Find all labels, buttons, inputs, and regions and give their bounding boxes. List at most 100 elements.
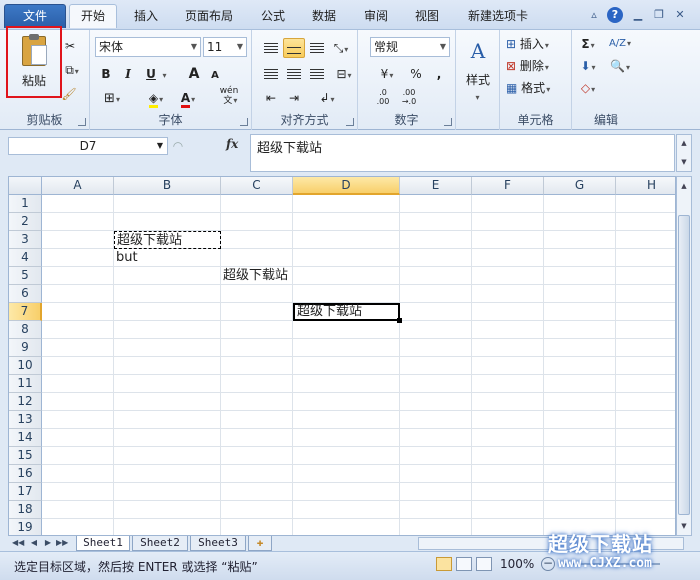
help-icon[interactable]: ?	[607, 7, 623, 23]
italic-button[interactable]: I	[120, 64, 136, 84]
format-painter-icon[interactable]: 🖌	[60, 84, 78, 104]
percent-button[interactable]: %	[408, 64, 424, 84]
row-header-14[interactable]: 14	[9, 429, 42, 447]
formula-bar-scroll[interactable]: ▲ ▼	[676, 134, 692, 172]
sort-filter-button[interactable]: A/Z▾	[606, 34, 634, 54]
insert-function-button[interactable]: fx	[226, 137, 238, 151]
format-cells-button[interactable]: ▦ 格式▾	[506, 78, 568, 98]
decrease-decimal-button[interactable]: .00 →.0	[396, 88, 422, 108]
row-header-1[interactable]: 1	[9, 195, 42, 213]
clear-button[interactable]: ◇▾	[576, 78, 600, 98]
alignment-launcher-icon[interactable]	[346, 118, 354, 126]
row-header-7[interactable]: 7	[9, 303, 42, 321]
font-color-button[interactable]: A▾	[174, 88, 202, 108]
wrap-text-button[interactable]: ↲▾	[314, 88, 340, 108]
zoom-out-button[interactable]: −	[541, 557, 555, 571]
row-header-13[interactable]: 13	[9, 411, 42, 429]
cell-b4[interactable]: but	[114, 249, 221, 267]
row-header-3[interactable]: 3	[9, 231, 42, 249]
tab-new[interactable]: 新建选项卡	[458, 6, 538, 30]
row-header-2[interactable]: 2	[9, 213, 42, 231]
tab-insert[interactable]: 插入	[124, 6, 168, 30]
number-format-select[interactable]: 常规 ▼	[370, 37, 450, 57]
cell-b3[interactable]: 超级下载站	[114, 231, 221, 249]
row-header-6[interactable]: 6	[9, 285, 42, 303]
column-header-f[interactable]: F	[472, 177, 544, 195]
align-right-button[interactable]	[308, 64, 326, 84]
styles-icon[interactable]: A	[464, 36, 492, 66]
row-header-8[interactable]: 8	[9, 321, 42, 339]
fill-color-button[interactable]: ◈▾	[142, 88, 170, 108]
bold-button[interactable]: B	[98, 64, 114, 84]
row-header-5[interactable]: 5	[9, 267, 42, 285]
name-box-splitter-icon[interactable]: ◠	[172, 136, 184, 156]
align-top-button[interactable]	[262, 38, 280, 58]
prev-sheet-icon[interactable]: ◀	[28, 537, 40, 549]
row-header-9[interactable]: 9	[9, 339, 42, 357]
column-header-h[interactable]: H	[616, 177, 675, 195]
tab-formulas[interactable]: 公式	[252, 6, 294, 30]
font-size-select[interactable]: 11 ▼	[203, 37, 247, 57]
align-middle-button[interactable]	[283, 38, 305, 58]
close-icon[interactable]: ✕	[672, 7, 688, 23]
paste-button[interactable]: 粘贴	[6, 26, 62, 98]
page-layout-view-button[interactable]	[456, 557, 472, 571]
row-header-17[interactable]: 17	[9, 483, 42, 501]
border-button[interactable]: ⊞▾	[98, 88, 126, 108]
row-header-19[interactable]: 19	[9, 519, 42, 535]
cell-c5[interactable]: 超级下载站	[221, 267, 293, 285]
styles-dropdown-icon[interactable]: ▾	[470, 86, 484, 106]
underline-button[interactable]: U	[143, 64, 159, 84]
shrink-font-button[interactable]: A	[208, 66, 222, 86]
zoom-level[interactable]: 100%	[500, 557, 534, 571]
sheet-tab-3[interactable]: Sheet3	[190, 536, 246, 551]
cell-d7[interactable]: 超级下载站	[293, 303, 400, 321]
row-header-18[interactable]: 18	[9, 501, 42, 519]
tab-view[interactable]: 视图	[406, 6, 448, 30]
normal-view-button[interactable]	[436, 557, 452, 571]
phonetic-button[interactable]: wén 文▾	[214, 86, 244, 106]
row-header-15[interactable]: 15	[9, 447, 42, 465]
sheet-tab-2[interactable]: Sheet2	[132, 536, 188, 551]
comma-button[interactable]: ,	[432, 64, 446, 84]
decrease-indent-button[interactable]: ⇤	[262, 88, 280, 108]
merge-center-button[interactable]: ⊟▾	[332, 64, 356, 84]
fill-button[interactable]: ⬇▾	[576, 56, 600, 76]
tab-data[interactable]: 数据	[303, 6, 345, 30]
vscroll-up-icon[interactable]: ▲	[678, 179, 690, 193]
select-all-corner[interactable]	[9, 177, 42, 195]
column-header-a[interactable]: A	[42, 177, 114, 195]
row-header-4[interactable]: 4	[9, 249, 42, 267]
minimize-icon[interactable]: ▁	[630, 7, 646, 23]
increase-decimal-button[interactable]: .0 .00	[372, 88, 394, 108]
row-header-11[interactable]: 11	[9, 375, 42, 393]
copy-icon[interactable]: ⧉▾	[60, 60, 84, 80]
cut-icon[interactable]: ✂	[62, 36, 78, 56]
align-left-button[interactable]	[262, 64, 280, 84]
align-bottom-button[interactable]	[308, 38, 326, 58]
name-box[interactable]: D7 ▼	[8, 137, 168, 155]
currency-button[interactable]: ¥▾	[372, 64, 402, 84]
tab-file[interactable]: 文件	[4, 4, 66, 28]
column-header-e[interactable]: E	[400, 177, 472, 195]
row-header-16[interactable]: 16	[9, 465, 42, 483]
column-header-c[interactable]: C	[221, 177, 293, 195]
column-header-g[interactable]: G	[544, 177, 616, 195]
scroll-up-icon[interactable]: ▲	[678, 136, 690, 150]
number-launcher-icon[interactable]	[444, 118, 452, 126]
next-sheet-icon[interactable]: ▶	[42, 537, 54, 549]
tab-review[interactable]: 审阅	[355, 6, 397, 30]
tab-page-layout[interactable]: 页面布局	[178, 6, 240, 30]
font-name-select[interactable]: 宋体 ▼	[95, 37, 201, 57]
column-header-d[interactable]: D	[293, 177, 400, 195]
scroll-down-icon[interactable]: ▼	[678, 155, 690, 169]
formula-input[interactable]: 超级下载站	[250, 134, 675, 172]
grow-font-button[interactable]: A	[186, 64, 202, 84]
find-select-button[interactable]: 🔍▾	[606, 56, 634, 76]
font-launcher-icon[interactable]	[240, 118, 248, 126]
fill-handle[interactable]	[397, 318, 402, 323]
tab-home[interactable]: 开始	[69, 4, 117, 28]
restore-icon[interactable]: ❐	[651, 7, 667, 23]
delete-cells-button[interactable]: ⊠ 删除▾	[506, 56, 568, 76]
column-header-b[interactable]: B	[114, 177, 221, 195]
